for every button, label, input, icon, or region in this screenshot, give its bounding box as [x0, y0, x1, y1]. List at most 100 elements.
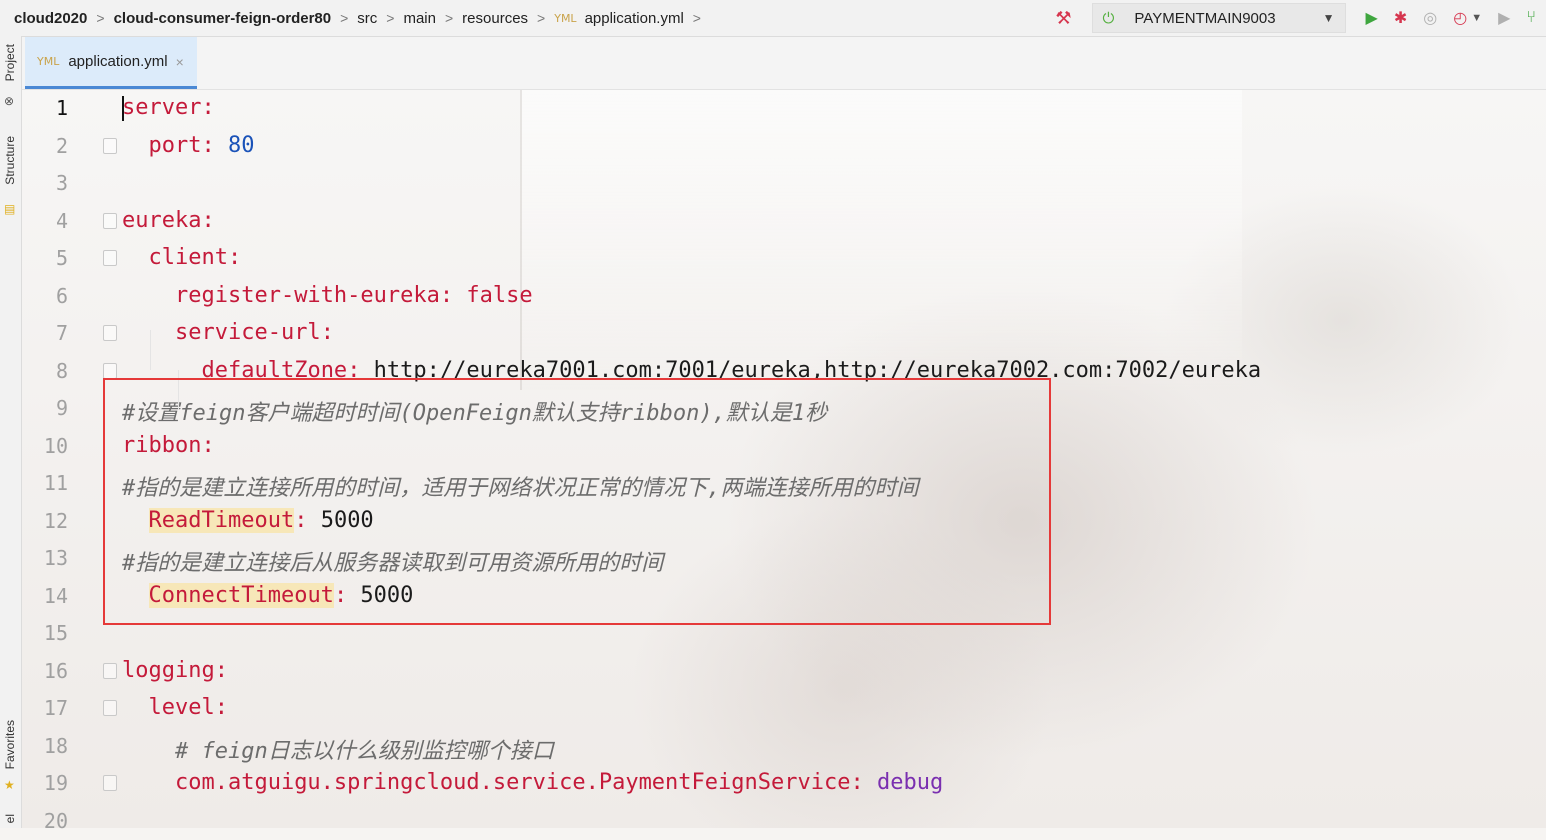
breadcrumb-src[interactable]: src	[357, 10, 377, 27]
breadcrumb-separator-icon: >	[444, 10, 454, 26]
code-line[interactable]: 3	[22, 165, 1546, 202]
line-number: 13	[43, 546, 68, 570]
line-number: 11	[43, 471, 68, 495]
structure-icon: ▤	[4, 202, 16, 216]
yaml-file-icon: YML	[554, 11, 577, 25]
breadcrumb-resources[interactable]: resources	[462, 10, 528, 27]
yaml-key: port	[148, 132, 202, 158]
yaml-value: false	[453, 282, 533, 308]
line-number: 4	[55, 208, 68, 233]
highlight-annotation-box	[103, 378, 1051, 625]
line-number: 20	[43, 808, 68, 833]
chevron-down-icon: ▼	[1322, 11, 1335, 25]
yaml-value: 80	[214, 132, 255, 158]
code-line[interactable]: 1 server:	[22, 90, 1546, 127]
line-number: 7	[55, 321, 68, 345]
text-cursor	[122, 96, 124, 121]
code-line[interactable]: 4 eureka:	[22, 203, 1546, 240]
code-line[interactable]: 5 client:	[22, 240, 1546, 277]
tab-application-yml[interactable]: YML application.yml ×	[25, 37, 197, 89]
star-icon: ★	[4, 778, 15, 792]
breadcrumb-separator-icon: >	[96, 10, 105, 26]
breadcrumb-file[interactable]: application.yml	[585, 10, 684, 27]
fold-marker-icon[interactable]	[103, 362, 117, 379]
project-icon: ⊗	[4, 94, 15, 108]
yaml-key: server	[122, 95, 202, 120]
yaml-key: eureka	[122, 207, 202, 233]
line-number: 16	[43, 658, 68, 683]
line-number: 12	[43, 508, 68, 533]
code-line[interactable]: 18 # feign日志以什么级别监控哪个接口	[22, 728, 1546, 765]
code-text: service-url:	[174, 320, 334, 345]
fold-marker-icon[interactable]	[103, 212, 117, 229]
code-text: level:	[148, 695, 228, 720]
breadcrumb-project[interactable]: cloud2020	[14, 10, 87, 27]
run-configuration-label: PAYMENTMAIN9003	[1134, 9, 1276, 27]
yaml-value: debug	[863, 770, 944, 795]
structure-tool-button[interactable]: Structure	[3, 136, 17, 185]
bottom-tool-button[interactable]: el	[3, 814, 17, 823]
favorites-tool-button[interactable]: Favorites	[3, 720, 17, 769]
line-number: 18	[43, 733, 68, 758]
stop-icon[interactable]: ▶	[1498, 8, 1510, 28]
breadcrumb-module[interactable]: cloud-consumer-feign-order80	[114, 10, 332, 27]
run-icon[interactable]: ▶	[1366, 8, 1378, 28]
yaml-key: logging	[122, 657, 215, 683]
line-number: 5	[55, 246, 68, 270]
code-line[interactable]: 7 service-url:	[22, 315, 1546, 352]
line-number: 3	[55, 171, 68, 195]
line-number: 8	[55, 358, 68, 383]
fold-marker-icon[interactable]	[103, 250, 117, 266]
fold-marker-icon[interactable]	[103, 700, 117, 716]
yaml-file-icon: YML	[37, 55, 60, 68]
line-number: 6	[55, 283, 68, 308]
bug-icon[interactable]: ✱	[1394, 8, 1407, 28]
fold-marker-icon[interactable]	[103, 775, 117, 791]
line-number: 15	[43, 621, 68, 645]
code-text: port: 80	[148, 132, 255, 158]
fold-marker-icon[interactable]	[103, 662, 117, 679]
yaml-key: level	[148, 695, 215, 720]
line-number: 17	[43, 696, 68, 720]
code-text: eureka:	[122, 207, 215, 233]
close-icon[interactable]: ×	[176, 54, 184, 70]
code-text: com.atguigu.springcloud.service.PaymentF…	[174, 770, 944, 795]
hammer-icon[interactable]: ⚒	[1055, 8, 1071, 29]
yaml-key: client	[148, 245, 228, 270]
git-branch-icon[interactable]: ⑂	[1526, 9, 1536, 27]
yaml-key: register-with-eureka	[174, 282, 440, 308]
breadcrumb-separator-icon: >	[386, 10, 395, 26]
left-tool-strip: Project ⊗ Structure ▤ Favorites ★ el	[0, 36, 22, 828]
breadcrumb-separator-icon: >	[692, 10, 701, 26]
code-text: # feign日志以什么级别监控哪个接口	[122, 733, 554, 765]
power-icon: ⏻	[1102, 9, 1115, 27]
code-line[interactable]: 20	[22, 803, 1546, 840]
chevron-down-icon[interactable]: ▼	[1471, 12, 1482, 24]
editor-tab-bar: YML application.yml ×	[22, 37, 1546, 90]
project-tool-button[interactable]: Project	[3, 44, 17, 81]
breadcrumb-main[interactable]: main	[403, 10, 436, 27]
code-text: register-with-eureka: false	[174, 282, 533, 308]
breadcrumb-separator-icon: >	[340, 10, 349, 26]
breadcrumb: cloud2020 > cloud-consumer-feign-order80…	[0, 10, 710, 27]
fold-marker-icon[interactable]	[103, 325, 117, 341]
code-text: server:	[122, 95, 215, 120]
coverage-icon[interactable]: ◎	[1423, 8, 1437, 28]
yaml-comment: # feign日志以什么级别监控哪个接口	[174, 738, 554, 764]
fold-marker-icon[interactable]	[103, 137, 117, 154]
profiler-icon[interactable]: ◴	[1453, 8, 1467, 28]
navigation-bar: cloud2020 > cloud-consumer-feign-order80…	[0, 0, 1546, 37]
code-line[interactable]: 17 level:	[22, 690, 1546, 727]
line-number: 14	[43, 583, 68, 608]
yaml-key: com.atguigu.springcloud.service.PaymentF…	[174, 770, 851, 795]
line-number: 19	[43, 771, 68, 795]
code-line[interactable]: 19 com.atguigu.springcloud.service.Payme…	[22, 765, 1546, 802]
line-number: 1	[55, 96, 68, 120]
code-text: client:	[148, 245, 242, 270]
code-line[interactable]: 2 port: 80	[22, 128, 1546, 165]
run-configuration-selector[interactable]: ⏻ PAYMENTMAIN9003 ▼	[1091, 3, 1346, 33]
line-number: 10	[43, 433, 68, 458]
tab-label: application.yml	[68, 53, 168, 70]
code-line[interactable]: 6 register-with-eureka: false	[22, 278, 1546, 315]
code-line[interactable]: 16 logging:	[22, 653, 1546, 690]
